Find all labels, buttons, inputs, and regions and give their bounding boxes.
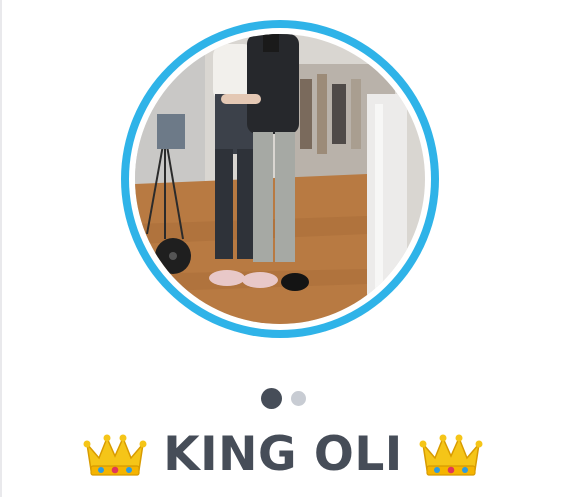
pager-dot-1[interactable] bbox=[260, 387, 282, 409]
screen-edge bbox=[0, 0, 2, 497]
profile-name: KING OLI bbox=[163, 426, 403, 482]
profile-photo-image bbox=[135, 34, 425, 324]
crown-icon bbox=[83, 434, 147, 476]
profile-photo-ring[interactable] bbox=[121, 20, 439, 338]
photo-pager bbox=[0, 386, 566, 410]
profile-photo[interactable] bbox=[135, 34, 425, 324]
profile-photo-frame bbox=[129, 28, 431, 330]
crown-icon bbox=[419, 434, 483, 476]
pager-dot-2[interactable] bbox=[290, 390, 306, 406]
profile-name-row: KING OLI bbox=[0, 424, 566, 484]
profile-screen: KING OLI bbox=[0, 0, 566, 497]
